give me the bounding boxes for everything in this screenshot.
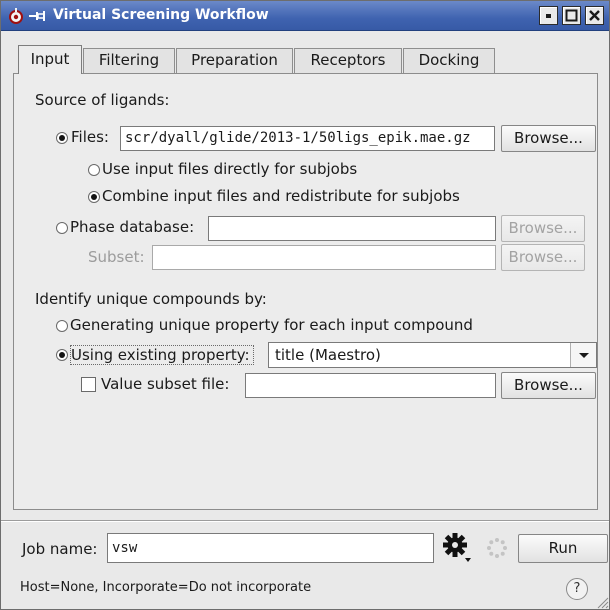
subset-label: Subset: bbox=[88, 248, 145, 266]
value-subset-label[interactable]: Value subset file: bbox=[101, 375, 229, 393]
value-subset-browse-button[interactable]: Browse... bbox=[501, 372, 596, 399]
separator bbox=[1, 520, 609, 522]
spinner-icon bbox=[487, 538, 507, 558]
close-button[interactable] bbox=[585, 6, 604, 25]
existing-property-label[interactable]: Using existing property: bbox=[70, 345, 254, 365]
files-radio[interactable] bbox=[56, 132, 68, 144]
property-selected-value: title (Maestro) bbox=[275, 346, 381, 364]
minimize-button[interactable] bbox=[539, 6, 558, 25]
minimize-icon bbox=[546, 14, 551, 18]
maximize-icon bbox=[565, 9, 578, 22]
use-direct-label[interactable]: Use input files directly for subjobs bbox=[102, 160, 357, 178]
window-title: Virtual Screening Workflow bbox=[53, 7, 269, 23]
main-window: Virtual Screening Workflow Input Filteri… bbox=[0, 0, 610, 610]
property-dropdown[interactable]: title (Maestro) bbox=[268, 342, 597, 368]
phase-database-input[interactable] bbox=[208, 216, 496, 241]
subset-browse-button[interactable]: Browse... bbox=[501, 244, 585, 271]
combine-radio[interactable] bbox=[88, 191, 100, 203]
help-icon[interactable]: ? bbox=[566, 578, 588, 600]
files-browse-button[interactable]: Browse... bbox=[501, 125, 596, 152]
tab-docking[interactable]: Docking bbox=[403, 48, 495, 73]
files-label: Files: bbox=[71, 128, 109, 146]
generate-property-radio[interactable] bbox=[56, 320, 68, 332]
job-name-input[interactable]: vsw bbox=[107, 533, 434, 563]
phase-browse-button[interactable]: Browse... bbox=[501, 215, 585, 242]
use-direct-radio[interactable] bbox=[88, 164, 100, 176]
maximize-button[interactable] bbox=[562, 6, 581, 25]
generate-property-label[interactable]: Generating unique property for each inpu… bbox=[70, 316, 473, 334]
job-name-label: Job name: bbox=[22, 540, 98, 558]
tab-filtering[interactable]: Filtering bbox=[83, 48, 175, 73]
status-text: Host=None, Incorporate=Do not incorporat… bbox=[20, 580, 312, 595]
existing-property-radio[interactable] bbox=[56, 349, 68, 361]
maestro-app-icon bbox=[9, 8, 23, 24]
pin-icon[interactable] bbox=[28, 8, 46, 24]
subset-input[interactable] bbox=[152, 245, 496, 270]
identify-heading: Identify unique compounds by: bbox=[35, 290, 267, 308]
close-icon bbox=[589, 10, 600, 21]
resize-grip-icon[interactable] bbox=[595, 595, 609, 609]
value-subset-input[interactable] bbox=[245, 373, 496, 398]
files-input[interactable]: scr/dyall/glide/2013-1/50ligs_epik.mae.g… bbox=[120, 126, 495, 151]
value-subset-checkbox[interactable] bbox=[81, 377, 96, 392]
phase-database-radio[interactable] bbox=[56, 222, 68, 234]
phase-database-label: Phase database: bbox=[70, 218, 195, 236]
gear-icon[interactable] bbox=[441, 531, 475, 565]
title-bar[interactable]: Virtual Screening Workflow bbox=[1, 1, 609, 31]
run-button[interactable]: Run bbox=[518, 534, 608, 563]
source-heading: Source of ligands: bbox=[35, 91, 170, 109]
combine-label[interactable]: Combine input files and redistribute for… bbox=[102, 187, 460, 205]
tab-receptors[interactable]: Receptors bbox=[294, 48, 402, 73]
tab-preparation[interactable]: Preparation bbox=[176, 48, 293, 73]
tab-input[interactable]: Input bbox=[18, 45, 82, 74]
chevron-down-icon[interactable] bbox=[570, 343, 596, 367]
